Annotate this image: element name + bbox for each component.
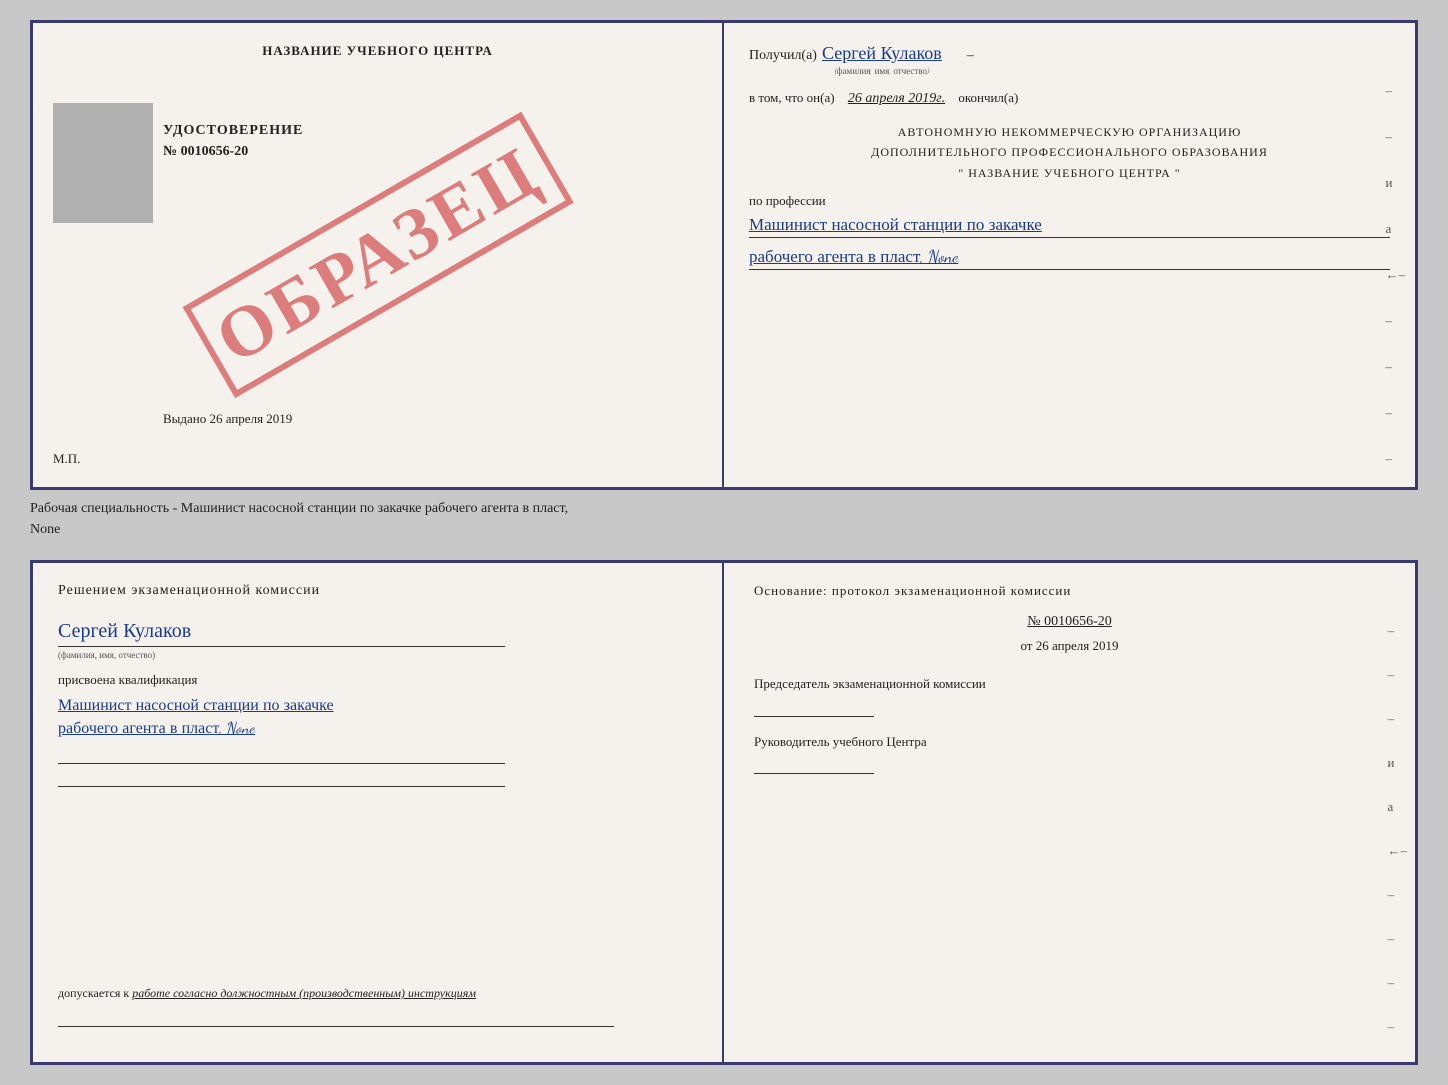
predsedatel-block: Председатель экзаменационной комиссии <box>754 674 1385 717</box>
right-side-dashes: – – – и а ←– – – – – <box>1388 623 1408 1035</box>
predsedatel-sign-field <box>754 699 874 717</box>
side-dashes: – – и а ←– – – – – <box>1386 83 1406 467</box>
bottom-profession-line2: рабочего агента в пласт, None <box>58 719 697 738</box>
profession-line1: Машинист насосной станции по закачке <box>749 214 1390 238</box>
profession-line2: рабочего агента в пласт, None <box>749 246 1390 270</box>
osnovanie-title: Основание: протокол экзаменационной коми… <box>754 583 1385 599</box>
udostoverenie-label: УДОСТОВЕРЕНИЕ <box>163 123 303 139</box>
poluchil-label: Получил(а) <box>749 48 817 64</box>
name-underline <box>58 646 505 647</box>
bottom-name-sub: (фамилия, имя, отчество) <box>58 650 697 660</box>
dopuskaetsya-block: допускается к работе согласно должностны… <box>58 986 712 1032</box>
sign-line-2 <box>58 769 505 787</box>
mp-label: М.П. <box>53 451 80 467</box>
protocol-date: от 26 апреля 2019 <box>754 638 1385 654</box>
bottom-right-panel: Основание: протокол экзаменационной коми… <box>724 563 1415 1062</box>
protocol-date-prefix: от <box>1020 638 1032 653</box>
org-line3: " НАЗВАНИЕ УЧЕБНОГО ЦЕНТРА " <box>749 163 1390 183</box>
bottom-profession-line1: Машинист насосной станции по закачке <box>58 696 697 715</box>
top-right-panel: Получил(а) Сергей Кулаков (фамилия, имя,… <box>724 23 1415 487</box>
resheniem-title: Решением экзаменационной комиссии <box>58 583 697 599</box>
dopuskaetsya-sign-line <box>58 1009 614 1027</box>
poluchil-line: Получил(а) Сергей Кулаков (фамилия, имя,… <box>749 43 1390 65</box>
top-left-title: НАЗВАНИЕ УЧЕБНОГО ЦЕНТРА <box>48 43 707 59</box>
protocol-number: № 0010656-20 <box>754 614 1385 630</box>
org-block: АВТОНОМНУЮ НЕКОММЕРЧЕСКУЮ ОРГАНИЗАЦИЮ ДО… <box>749 122 1390 183</box>
bottom-recipient-name: Сергей Кулаков <box>58 619 697 643</box>
top-document: НАЗВАНИЕ УЧЕБНОГО ЦЕНТРА УДОСТОВЕРЕНИЕ №… <box>30 20 1418 490</box>
middle-line1: Рабочая специальность - Машинист насосно… <box>30 498 1418 519</box>
rukovoditel-sign-field <box>754 756 874 774</box>
bottom-left-panel: Решением экзаменационной комиссии Сергей… <box>33 563 724 1062</box>
middle-line2: None <box>30 519 1418 540</box>
rukovoditel-block: Руководитель учебного Центра <box>754 732 1385 775</box>
top-left-panel: НАЗВАНИЕ УЧЕБНОГО ЦЕНТРА УДОСТОВЕРЕНИЕ №… <box>33 23 724 487</box>
udostoverenie-number: № 0010656-20 <box>163 144 303 160</box>
prisvoyena-label: присвоена квалификация <box>58 672 697 688</box>
recipient-name: Сергей Кулаков (фамилия, имя, отчество) <box>822 43 942 65</box>
bottom-document: Решением экзаменационной комиссии Сергей… <box>30 560 1418 1065</box>
rukovoditel-label: Руководитель учебного Центра <box>754 732 1385 752</box>
vtom-date: 26 апреля 2019г. <box>848 91 945 106</box>
org-line2: ДОПОЛНИТЕЛЬНОГО ПРОФЕССИОНАЛЬНОГО ОБРАЗО… <box>749 142 1390 162</box>
predsedatel-label: Председатель экзаменационной комиссии <box>754 674 1385 694</box>
photo-placeholder <box>53 103 153 223</box>
po-professii-label: по профессии <box>749 193 1390 209</box>
middle-text: Рабочая специальность - Машинист насосно… <box>30 498 1418 540</box>
dopuskaetsya-text: работе согласно должностным (производств… <box>132 986 476 1000</box>
sign-lines <box>58 746 697 787</box>
org-line1: АВТОНОМНУЮ НЕКОММЕРЧЕСКУЮ ОРГАНИЗАЦИЮ <box>749 122 1390 142</box>
recipient-name-sub: (фамилия, имя, отчество) <box>834 66 929 77</box>
vtom-line: в том, что он(а) 26 апреля 2019г. окончи… <box>749 90 1390 107</box>
vydano-date: 26 апреля 2019 <box>210 411 293 426</box>
vydano-label: Выдано <box>163 411 206 426</box>
vydano-line: Выдано 26 апреля 2019 <box>163 411 292 427</box>
udostoverenie-block: УДОСТОВЕРЕНИЕ № 0010656-20 <box>163 123 303 160</box>
dopuskaetsya-label: допускается к <box>58 986 129 1000</box>
sign-line-1 <box>58 746 505 764</box>
protocol-date-value: 26 апреля 2019 <box>1036 638 1119 653</box>
